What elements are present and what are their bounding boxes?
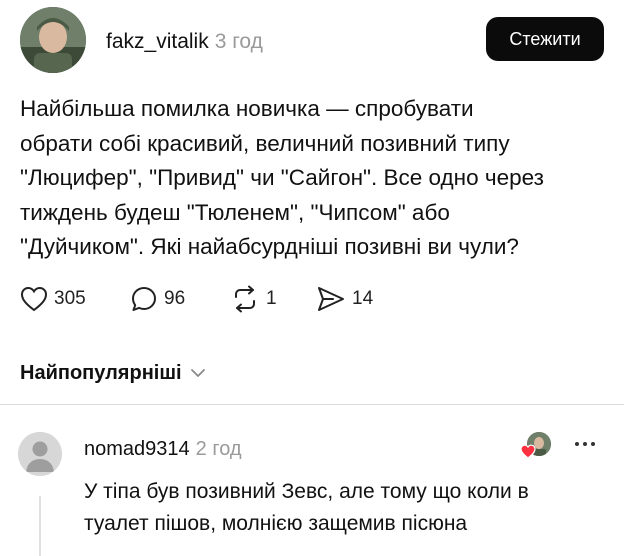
comment-button[interactable]: 96 (130, 284, 185, 314)
comment-author-line: nomad9314 2 год (84, 437, 242, 461)
comment-text: У тіпа був позивний Зевс, але тому що ко… (84, 480, 529, 535)
comment-count: 96 (164, 288, 186, 309)
share-count: 14 (352, 288, 374, 309)
heart-icon (20, 286, 48, 312)
like-count: 305 (54, 288, 86, 309)
repost-icon (235, 285, 255, 313)
comment-time: 2 год (195, 438, 242, 460)
chevron-down-icon (190, 369, 205, 377)
author-avatar[interactable] (20, 7, 86, 73)
commenter-avatar[interactable] (18, 432, 62, 476)
post-text: Найбільша помилка новичка — спробувати о… (20, 96, 544, 259)
follow-button[interactable]: Стежити (486, 17, 604, 61)
share-button[interactable]: 14 (316, 284, 373, 314)
heart-icon (520, 444, 536, 459)
share-icon (318, 287, 344, 311)
post-time: 3 год (214, 30, 263, 53)
sort-label: Найпопулярніші (20, 361, 182, 384)
liked-by-author (520, 432, 554, 462)
repost-count: 1 (266, 288, 277, 309)
post-actions: 305 96 1 14 (20, 284, 580, 314)
sort-dropdown[interactable]: Найпопулярніші (20, 358, 206, 388)
thread-line (39, 496, 41, 556)
author-avatar-image (20, 7, 86, 73)
like-button[interactable]: 305 (20, 284, 86, 314)
author-username[interactable]: fakz_vitalik (106, 30, 209, 53)
divider (0, 404, 624, 405)
repost-button[interactable]: 1 (230, 284, 277, 314)
comment-icon (132, 287, 156, 311)
author-line: fakz_vitalik 3 год (106, 29, 263, 55)
comment-username[interactable]: nomad9314 (84, 438, 190, 460)
default-avatar-icon (18, 432, 62, 476)
more-icon[interactable] (572, 436, 598, 452)
post-header: fakz_vitalik 3 год Стежити (20, 7, 604, 73)
